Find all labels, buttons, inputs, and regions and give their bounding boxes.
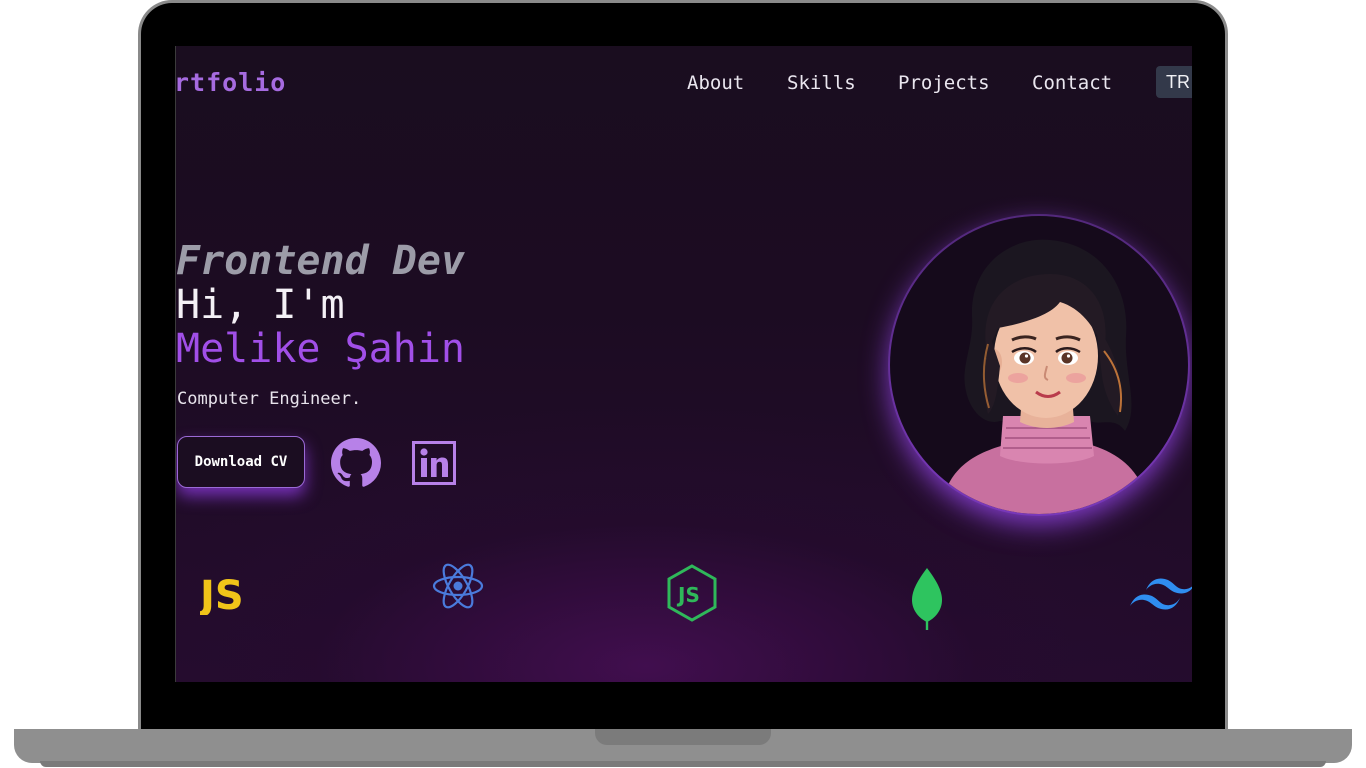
svg-text:JS: JS: [200, 573, 244, 615]
laptop-base-shadow: [40, 761, 1326, 767]
profile-avatar: [890, 216, 1188, 514]
svg-text:JS: JS: [676, 583, 700, 607]
linkedin-icon[interactable]: [412, 441, 456, 485]
laptop-notch: [595, 729, 771, 745]
mongodb-icon: [912, 568, 942, 630]
hero-title: Computer Engineer.: [177, 389, 362, 409]
nav-link-skills[interactable]: Skills: [787, 72, 856, 94]
hero-name: Melike Şahin: [176, 326, 465, 372]
nav-link-contact[interactable]: Contact: [1032, 72, 1112, 94]
github-icon[interactable]: [331, 438, 381, 488]
javascript-icon: JS: [200, 573, 244, 615]
language-toggle-button[interactable]: TR: [1156, 66, 1192, 98]
main-nav: About Skills Projects Contact: [176, 70, 1192, 100]
hero-role: Frontend Dev: [176, 238, 465, 284]
hero-greeting: Hi, I'm: [176, 282, 345, 328]
avatar-illustration: [940, 239, 1152, 514]
nodejs-icon: JS: [667, 564, 717, 622]
tailwind-icon: [1130, 578, 1192, 610]
nav-link-about[interactable]: About: [687, 72, 744, 94]
download-cv-button[interactable]: Download CV: [177, 436, 305, 488]
browser-viewport: rtfolio About Skills Projects Contact TR…: [175, 46, 1192, 682]
nav-link-projects[interactable]: Projects: [898, 72, 990, 94]
react-icon: [432, 563, 484, 609]
